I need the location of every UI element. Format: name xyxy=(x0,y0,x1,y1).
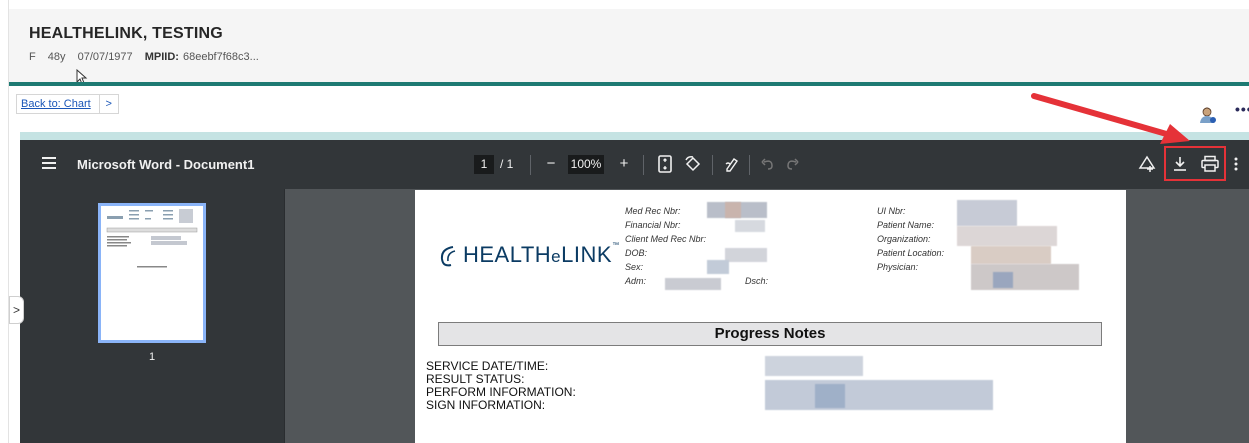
redacted-value xyxy=(725,202,741,218)
mpiid-value: 68eebf7f68c3... xyxy=(182,51,259,63)
breadcrumb-chevron-button[interactable]: > xyxy=(100,98,118,110)
thumbnail-page-label: 1 xyxy=(148,351,156,363)
physician-label: Physician: xyxy=(877,262,919,272)
financial-nbr-label: Financial Nbr: xyxy=(625,220,681,230)
zoom-input[interactable]: 100% xyxy=(568,155,604,174)
back-to-chart-link[interactable]: Back to: Chart xyxy=(17,95,100,113)
redacted-value xyxy=(815,384,845,408)
fit-page-icon[interactable] xyxy=(657,155,673,173)
viewer-accent-bar xyxy=(20,132,1249,140)
toolbar-divider xyxy=(643,155,644,175)
sidebar-divider xyxy=(284,189,285,443)
mpiid-label: MPIID: xyxy=(144,51,179,63)
pdf-viewer: Microsoft Word - Document1 1 / 1 − 100% … xyxy=(20,140,1249,443)
patient-dob: 07/07/1977 xyxy=(77,51,133,63)
hamburger-icon[interactable] xyxy=(42,157,56,169)
patient-sex: F xyxy=(29,51,36,63)
banner-accent-bar xyxy=(9,82,1249,86)
page-total: / 1 xyxy=(500,157,514,171)
user-icon[interactable] xyxy=(1199,106,1217,124)
annotation-highlight-box xyxy=(1164,146,1226,181)
service-date-label: SERVICE DATE/TIME: xyxy=(426,359,549,373)
page-number-input[interactable]: 1 xyxy=(474,155,494,174)
redacted-value xyxy=(957,200,1017,226)
drive-icon[interactable] xyxy=(1138,155,1156,173)
redo-icon[interactable] xyxy=(784,155,800,173)
app-frame: HEALTHELINK, TESTING F 48y 07/07/1977 MP… xyxy=(0,0,1249,443)
progress-notes-header: Progress Notes xyxy=(438,322,1102,346)
healthelink-logo: HEALTHeLINK™ xyxy=(463,242,620,268)
thumbnail-preview xyxy=(101,206,203,340)
redacted-value xyxy=(765,380,993,410)
redacted-value xyxy=(735,220,765,232)
toolbar-divider xyxy=(530,155,531,175)
patient-demographics: F 48y 07/07/1977 MPIID: 68eebf7f68c3... xyxy=(29,51,268,63)
toolbar-divider xyxy=(749,155,750,175)
redacted-value xyxy=(765,356,863,376)
sidebar-expand-button[interactable]: > xyxy=(9,296,24,324)
redacted-value xyxy=(665,278,721,290)
zoom-out-button[interactable]: − xyxy=(541,154,561,174)
logo-trademark: ™ xyxy=(612,242,620,249)
logo-text-suffix: LINK xyxy=(561,242,613,267)
toolbar-divider xyxy=(712,155,713,175)
sex-label: Sex: xyxy=(625,262,644,272)
redacted-value xyxy=(971,246,1051,264)
perform-information-label: PERFORM INFORMATION: xyxy=(426,385,576,399)
organization-label: Organization: xyxy=(877,234,931,244)
patient-name-label: Patient Name: xyxy=(877,220,935,230)
pdf-toolbar: Microsoft Word - Document1 1 / 1 − 100% … xyxy=(20,140,1249,189)
ui-nbr-label: UI Nbr: xyxy=(877,206,906,216)
document-title: Microsoft Word - Document1 xyxy=(77,157,255,172)
more-options-button[interactable]: ••• xyxy=(1235,101,1249,117)
undo-icon[interactable] xyxy=(760,155,776,173)
redacted-value xyxy=(993,272,1013,288)
result-status-label: RESULT STATUS: xyxy=(426,372,525,386)
zoom-in-button[interactable]: + xyxy=(614,154,634,174)
patient-name: HEALTHELINK, TESTING xyxy=(29,25,223,42)
dob-label: DOB: xyxy=(625,248,648,258)
page-thumbnail[interactable] xyxy=(98,203,206,343)
patient-banner: HEALTHELINK, TESTING F 48y 07/07/1977 MP… xyxy=(9,9,1249,85)
document-page: HEALTHeLINK™ Med Rec Nbr: Financial Nbr:… xyxy=(415,190,1126,443)
patient-location-label: Patient Location: xyxy=(877,248,945,258)
adm-label: Adm: xyxy=(625,276,647,286)
annotate-icon[interactable] xyxy=(724,155,742,173)
redacted-value xyxy=(707,260,729,274)
healthelink-logo-icon xyxy=(440,246,456,267)
sign-information-label: SIGN INFORMATION: xyxy=(426,398,546,412)
med-rec-nbr-label: Med Rec Nbr: xyxy=(625,206,681,216)
rotate-icon[interactable] xyxy=(684,155,702,173)
more-vert-icon[interactable] xyxy=(1233,155,1239,173)
logo-text-e: e xyxy=(551,247,562,266)
dsch-label: Dsch: xyxy=(745,276,769,286)
redacted-value xyxy=(957,226,1057,246)
logo-text-prefix: HEALTH xyxy=(463,242,552,267)
client-med-rec-nbr-label: Client Med Rec Nbr: xyxy=(625,234,707,244)
breadcrumb: Back to: Chart > xyxy=(16,94,119,114)
patient-age: 48y xyxy=(47,51,66,63)
redacted-value xyxy=(725,248,767,262)
redacted-value xyxy=(971,264,1079,290)
